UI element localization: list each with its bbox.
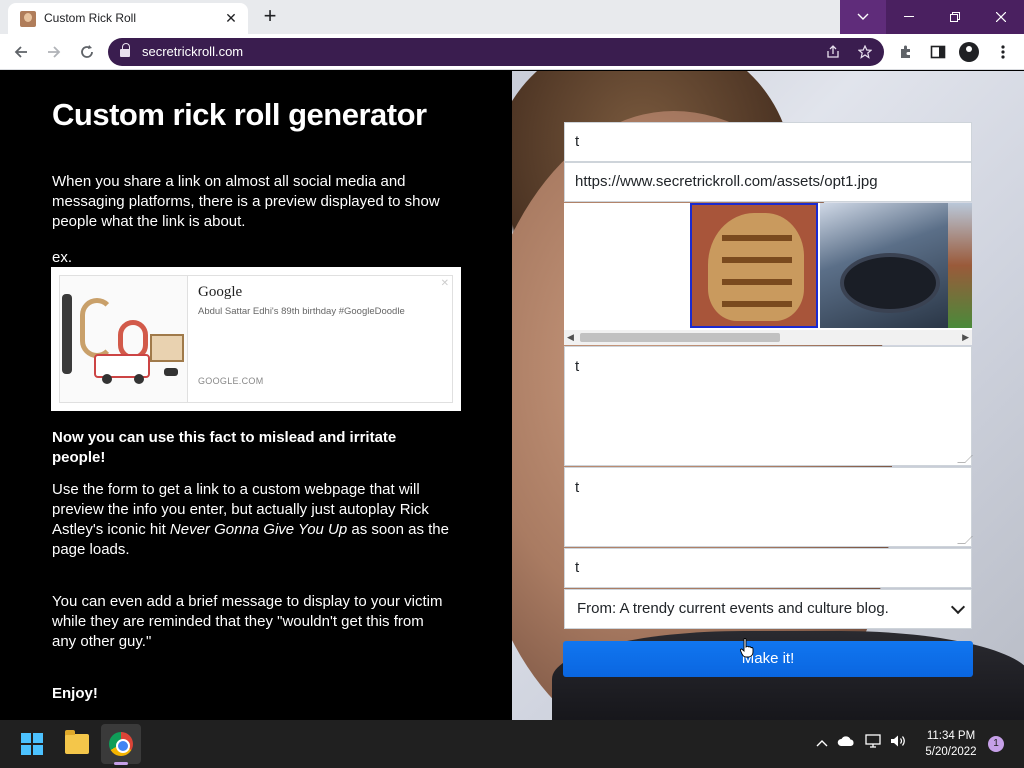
clock-time: 11:34 PM bbox=[926, 730, 976, 742]
brief-message-text: You can even add a brief message to disp… bbox=[52, 593, 443, 650]
browser-toolbar: secretrickroll.com bbox=[0, 34, 1024, 70]
site-name-input[interactable]: t bbox=[564, 548, 972, 588]
chevron-up-icon[interactable] bbox=[816, 734, 828, 750]
chevron-down-icon bbox=[857, 13, 869, 20]
scrollbar-thumb[interactable] bbox=[580, 333, 780, 342]
windows-taskbar: 11:34 PM 5/20/2022 1 bbox=[0, 720, 1024, 768]
preview-domain: GOOGLE.COM bbox=[198, 376, 264, 386]
from-select[interactable]: From: A trendy current events and cultur… bbox=[564, 589, 972, 629]
file-explorer-icon[interactable] bbox=[65, 730, 89, 754]
tab-search-button[interactable] bbox=[840, 0, 886, 34]
reload-icon bbox=[81, 45, 93, 58]
message-value: t bbox=[575, 479, 580, 496]
intro-text: When you share a link on almost all soci… bbox=[52, 173, 440, 230]
lock-icon[interactable] bbox=[120, 43, 130, 58]
google-doodle-image bbox=[60, 276, 188, 402]
enjoy-text: Enjoy! bbox=[52, 685, 98, 702]
restore-button[interactable] bbox=[932, 0, 978, 34]
use-form-text: Use the form to get a link to a custom w… bbox=[52, 480, 452, 560]
back-arrow-icon bbox=[14, 46, 27, 58]
message-textarea[interactable]: t bbox=[564, 467, 973, 547]
preview-description: Abdul Sattar Edhi's 89th birthday #Googl… bbox=[198, 306, 405, 317]
make-it-button[interactable]: Make it! bbox=[563, 641, 973, 677]
browser-tab[interactable]: Custom Rick Roll ✕ bbox=[8, 3, 248, 34]
new-tab-button[interactable]: + bbox=[258, 5, 282, 29]
song-title: Never Gonna Give You Up bbox=[169, 521, 348, 538]
share-icon[interactable] bbox=[824, 43, 842, 61]
preview-card: Google Abdul Sattar Edhi's 89th birthday… bbox=[59, 275, 453, 403]
image-option-turntable[interactable] bbox=[820, 203, 948, 328]
carousel-scrollbar[interactable]: ◀ ▶ bbox=[564, 330, 972, 345]
bookmark-star-icon[interactable] bbox=[856, 43, 874, 61]
rick-favicon-icon bbox=[20, 11, 36, 27]
minimize-icon bbox=[904, 16, 914, 17]
browser-titlebar: Custom Rick Roll ✕ + bbox=[0, 0, 1024, 34]
image-url-input[interactable]: https://www.secretrickroll.com/assets/op… bbox=[564, 162, 972, 202]
side-panel-icon[interactable] bbox=[928, 42, 948, 62]
address-bar[interactable]: secretrickroll.com bbox=[108, 38, 884, 66]
preview-close-icon: ✕ bbox=[440, 278, 449, 289]
forward-button[interactable] bbox=[42, 40, 66, 64]
image-option-bookshelf-head[interactable] bbox=[690, 203, 818, 328]
reload-button[interactable] bbox=[75, 40, 99, 64]
minimize-button[interactable] bbox=[886, 0, 932, 34]
description-textarea[interactable]: t bbox=[564, 346, 973, 466]
from-select-value: From: A trendy current events and cultur… bbox=[577, 600, 889, 617]
scroll-right-arrow-icon[interactable]: ▶ bbox=[962, 332, 969, 343]
chevron-down-icon bbox=[950, 599, 966, 615]
restore-icon bbox=[950, 12, 960, 22]
url-text[interactable]: secretrickroll.com bbox=[142, 44, 243, 59]
image-option-building[interactable] bbox=[948, 203, 972, 328]
active-app-indicator bbox=[114, 762, 128, 765]
system-clock[interactable]: 11:34 PM 5/20/2022 bbox=[916, 728, 986, 760]
mislead-text: Now you can use this fact to mislead and… bbox=[52, 429, 397, 466]
clock-date: 5/20/2022 bbox=[925, 746, 977, 758]
notification-badge[interactable]: 1 bbox=[988, 736, 1004, 752]
resize-handle-icon[interactable] bbox=[957, 536, 973, 544]
network-icon[interactable] bbox=[865, 734, 881, 751]
mouse-cursor-hand-icon bbox=[740, 638, 754, 658]
tab-close-icon[interactable]: ✕ bbox=[222, 9, 240, 27]
tab-title: Custom Rick Roll bbox=[44, 11, 137, 25]
more-menu-icon[interactable] bbox=[993, 42, 1013, 62]
title-input[interactable]: t bbox=[564, 122, 972, 162]
onedrive-cloud-icon[interactable] bbox=[837, 734, 855, 750]
image-picker-carousel[interactable]: ◀ ▶ bbox=[564, 203, 972, 345]
page-title: Custom rick roll generator bbox=[52, 97, 427, 132]
windows-start-icon[interactable] bbox=[21, 733, 43, 755]
description-value: t bbox=[575, 358, 580, 375]
scroll-left-arrow-icon[interactable]: ◀ bbox=[567, 332, 574, 343]
info-panel: Custom rick roll generator When you shar… bbox=[0, 71, 512, 720]
resize-handle-icon[interactable] bbox=[957, 455, 973, 463]
chrome-icon[interactable] bbox=[109, 732, 133, 756]
example-label: ex. bbox=[52, 249, 73, 266]
extensions-puzzle-icon[interactable] bbox=[896, 42, 916, 62]
volume-icon[interactable] bbox=[890, 734, 906, 751]
window-controls bbox=[840, 0, 1024, 34]
forward-arrow-icon bbox=[48, 46, 61, 58]
back-button[interactable] bbox=[9, 40, 33, 64]
close-window-button[interactable] bbox=[978, 0, 1024, 34]
profile-avatar-icon[interactable] bbox=[959, 42, 979, 62]
close-icon bbox=[996, 12, 1006, 22]
link-preview-example: Google Abdul Sattar Edhi's 89th birthday… bbox=[51, 267, 461, 411]
preview-title: Google bbox=[198, 284, 243, 300]
